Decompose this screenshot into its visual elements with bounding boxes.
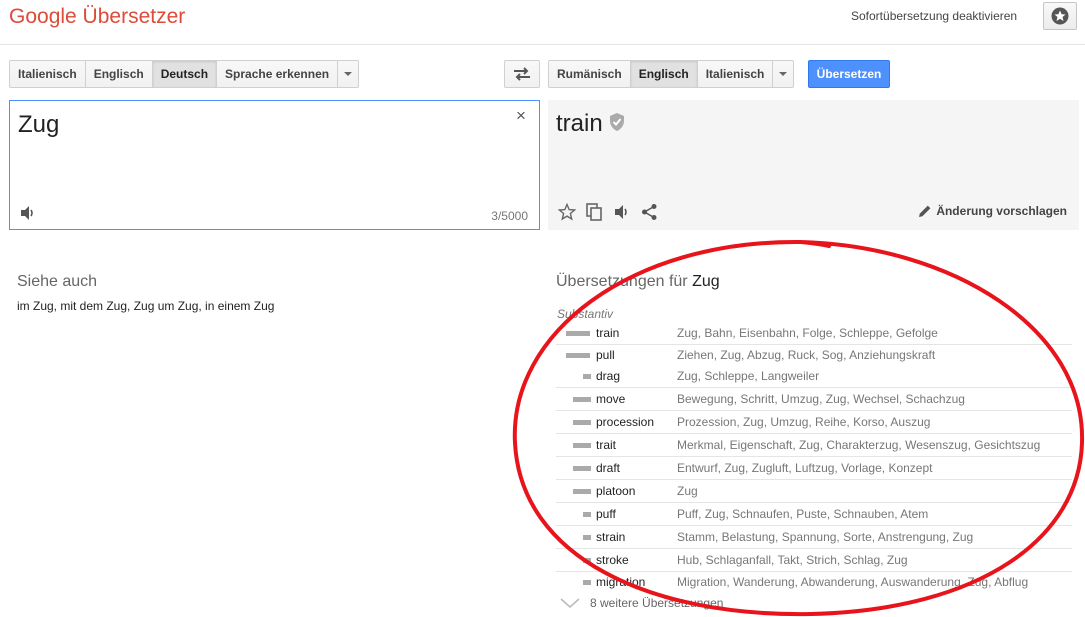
character-count: 3/5000 (491, 209, 528, 223)
star-icon (1051, 7, 1069, 25)
speaker-icon[interactable] (613, 204, 631, 220)
target-language-bar: Rumänisch Englisch Italienisch (548, 60, 795, 88)
annotation-ellipse (512, 239, 1085, 617)
source-text[interactable]: Zug (18, 111, 59, 139)
suggest-edit-link[interactable]: Änderung vorschlagen (918, 204, 1067, 218)
source-lang-detect[interactable]: Sprache erkennen (216, 60, 339, 88)
source-lang-german[interactable]: Deutsch (151, 60, 218, 88)
target-lang-italian[interactable]: Italienisch (696, 60, 774, 88)
target-lang-dropdown[interactable] (772, 60, 795, 88)
shield-icon[interactable] (608, 112, 626, 137)
close-icon[interactable]: × (516, 106, 526, 126)
header-divider (0, 44, 1085, 45)
result-text[interactable]: train (556, 110, 603, 138)
see-also-phrases[interactable]: im Zug, mit dem Zug, Zug um Zug, in eine… (17, 299, 274, 313)
source-lang-italian[interactable]: Italienisch (9, 60, 86, 88)
chevron-down-icon (344, 72, 353, 76)
target-lang-english[interactable]: Englisch (629, 60, 698, 88)
share-icon[interactable] (641, 203, 658, 221)
swap-languages-button[interactable] (504, 60, 540, 88)
chevron-down-icon (779, 72, 788, 76)
swap-icon (514, 67, 530, 81)
source-lang-dropdown[interactable] (337, 60, 360, 88)
copy-icon[interactable] (586, 203, 603, 221)
suggest-edit-label: Änderung vorschlagen (936, 204, 1067, 218)
see-also-title: Siehe auch (17, 273, 98, 290)
result-actions (558, 203, 658, 221)
star-icon[interactable] (558, 203, 576, 221)
phrasebook-button[interactable] (1043, 2, 1077, 30)
translate-button[interactable]: Übersetzen (808, 60, 890, 88)
source-language-bar: Italienisch Englisch Deutsch Sprache erk… (9, 60, 360, 88)
source-text-area[interactable]: Zug × 3/5000 (9, 100, 540, 230)
result-panel: train Änderung vorschlagen (548, 100, 1079, 230)
instant-translation-toggle[interactable]: Sofortübersetzung deaktivieren (851, 9, 1017, 23)
target-lang-romanian[interactable]: Rumänisch (548, 60, 631, 88)
app-logo[interactable]: Google Übersetzer (9, 5, 185, 29)
speaker-icon[interactable] (19, 205, 37, 226)
source-lang-english[interactable]: Englisch (84, 60, 153, 88)
pencil-icon (919, 205, 931, 217)
